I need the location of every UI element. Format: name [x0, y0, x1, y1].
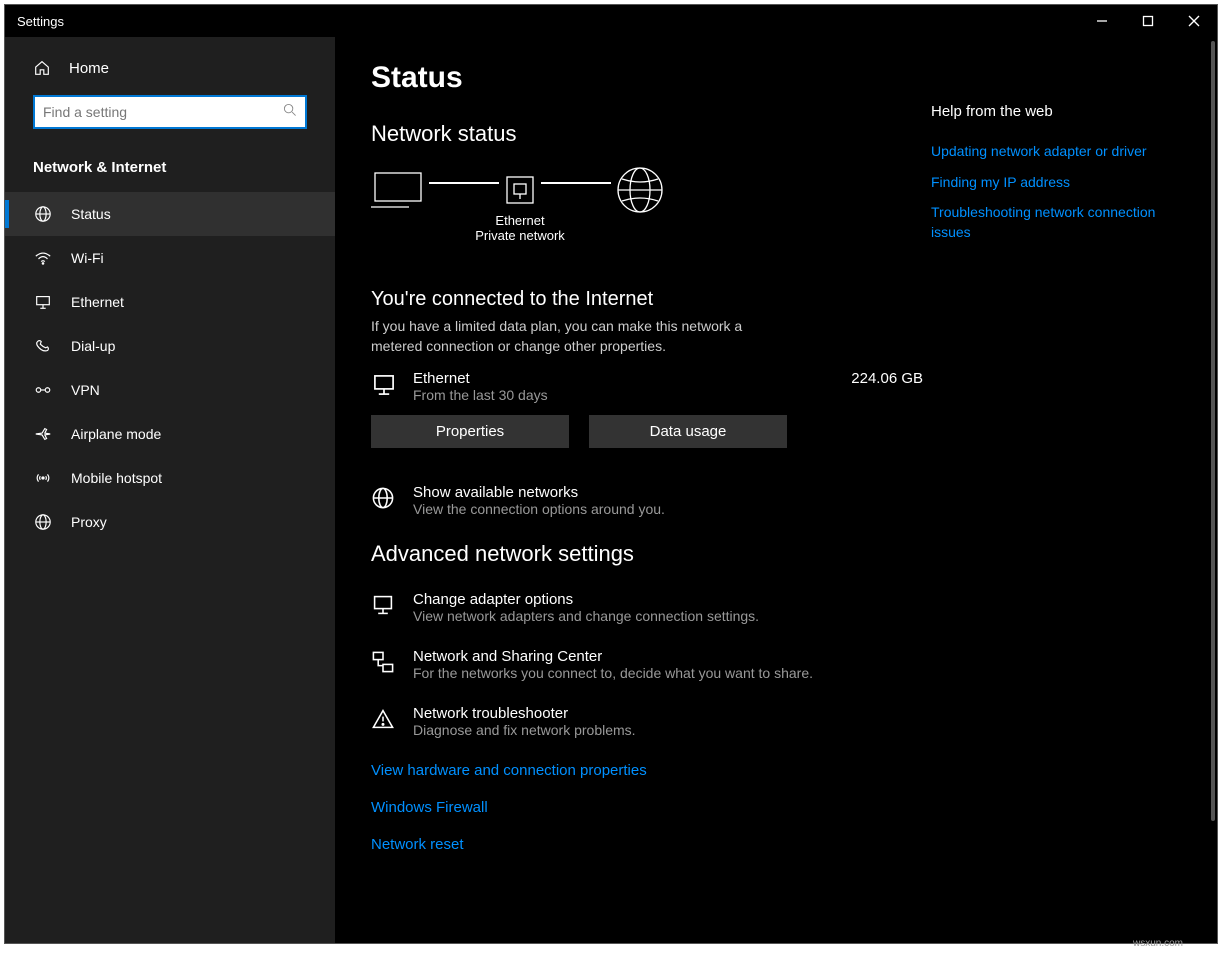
- status-icon: [33, 205, 53, 223]
- search-icon: [283, 103, 297, 122]
- diagram-conn-name: Ethernet: [475, 213, 565, 228]
- sidebar-item-wifi[interactable]: Wi-Fi: [5, 236, 335, 280]
- connected-title: You're connected to the Internet: [371, 288, 931, 311]
- category-header: Network & Internet: [5, 149, 335, 192]
- adapter-icon: [371, 593, 399, 622]
- trouble-sub: Diagnose and fix network problems.: [413, 722, 636, 738]
- section-network-status: Network status: [371, 121, 931, 147]
- network-diagram: Ethernet Private network: [371, 165, 931, 220]
- sidebar-item-vpn[interactable]: VPN: [5, 368, 335, 412]
- sidebar-item-label: Dial-up: [71, 338, 115, 354]
- sidebar-item-label: Status: [71, 206, 111, 222]
- warning-icon: [371, 707, 399, 736]
- link-network-reset[interactable]: Network reset: [371, 836, 931, 853]
- sidebar-item-label: Ethernet: [71, 294, 124, 310]
- network-sharing-center[interactable]: Network and Sharing Center For the netwo…: [371, 648, 931, 681]
- home-label: Home: [69, 60, 109, 77]
- page-title: Status: [371, 61, 931, 95]
- properties-button[interactable]: Properties: [371, 415, 569, 448]
- network-troubleshooter[interactable]: Network troubleshooter Diagnose and fix …: [371, 705, 931, 738]
- show-available-networks[interactable]: Show available networks View the connect…: [371, 484, 931, 517]
- sidebar-item-label: Proxy: [71, 514, 107, 530]
- adapter-title: Change adapter options: [413, 591, 759, 608]
- sidebar-item-dialup[interactable]: Dial-up: [5, 324, 335, 368]
- sharing-icon: [371, 650, 399, 679]
- sidebar-item-hotspot[interactable]: Mobile hotspot: [5, 456, 335, 500]
- home-button[interactable]: Home: [5, 49, 335, 87]
- connection-row[interactable]: Ethernet From the last 30 days 224.06 GB: [371, 370, 931, 403]
- help-link-ip[interactable]: Finding my IP address: [931, 173, 1171, 193]
- wifi-icon: [33, 249, 53, 267]
- hotspot-icon: [33, 469, 53, 487]
- diagram-globe-icon: [615, 165, 665, 220]
- search-input[interactable]: [43, 104, 283, 120]
- help-link-troubleshoot[interactable]: Troubleshooting network connection issue…: [931, 203, 1171, 242]
- proxy-icon: [33, 513, 53, 531]
- watermark: wsxun.com: [1133, 938, 1183, 949]
- dialup-icon: [33, 337, 53, 355]
- content-area: Status Network status Ethernet Private n…: [335, 37, 1217, 943]
- sidebar-item-proxy[interactable]: Proxy: [5, 500, 335, 544]
- link-hardware-properties[interactable]: View hardware and connection properties: [371, 762, 931, 779]
- maximize-button[interactable]: [1125, 5, 1171, 37]
- window-title: Settings: [17, 14, 64, 29]
- diagram-pc-icon: [371, 169, 425, 216]
- adapter-sub: View network adapters and change connect…: [413, 608, 759, 624]
- sidebar-item-label: Airplane mode: [71, 426, 161, 442]
- connected-desc: If you have a limited data plan, you can…: [371, 317, 751, 356]
- trouble-title: Network troubleshooter: [413, 705, 636, 722]
- sidebar-item-status[interactable]: Status: [5, 192, 335, 236]
- scrollbar[interactable]: [1211, 41, 1215, 821]
- ethernet-usage-icon: [371, 372, 399, 403]
- conn-usage: 224.06 GB: [851, 370, 923, 387]
- minimize-button[interactable]: [1079, 5, 1125, 37]
- sharing-sub: For the networks you connect to, decide …: [413, 665, 813, 681]
- sidebar-item-label: Wi-Fi: [71, 250, 104, 266]
- sharing-title: Network and Sharing Center: [413, 648, 813, 665]
- link-windows-firewall[interactable]: Windows Firewall: [371, 799, 931, 816]
- home-icon: [33, 59, 53, 77]
- section-advanced: Advanced network settings: [371, 541, 931, 567]
- sidebar-item-airplane[interactable]: Airplane mode: [5, 412, 335, 456]
- show-net-title: Show available networks: [413, 484, 665, 501]
- conn-name: Ethernet: [413, 370, 851, 387]
- sidebar-item-ethernet[interactable]: Ethernet: [5, 280, 335, 324]
- help-panel: Help from the web Updating network adapt…: [931, 61, 1181, 919]
- airplane-icon: [33, 425, 53, 443]
- change-adapter-options[interactable]: Change adapter options View network adap…: [371, 591, 931, 624]
- search-input-container[interactable]: [33, 95, 307, 129]
- show-net-sub: View the connection options around you.: [413, 501, 665, 517]
- help-link-adapter[interactable]: Updating network adapter or driver: [931, 142, 1171, 162]
- globe-icon: [371, 486, 399, 515]
- sidebar-item-label: VPN: [71, 382, 100, 398]
- diagram-ethernet-icon: [503, 173, 537, 207]
- vpn-icon: [33, 381, 53, 399]
- sidebar: Home Network & Internet Status Wi-Fi Eth…: [5, 37, 335, 943]
- help-title: Help from the web: [931, 103, 1171, 120]
- ethernet-icon: [33, 293, 53, 311]
- close-button[interactable]: [1171, 5, 1217, 37]
- data-usage-button[interactable]: Data usage: [589, 415, 787, 448]
- sidebar-item-label: Mobile hotspot: [71, 470, 162, 486]
- conn-sub: From the last 30 days: [413, 387, 851, 403]
- titlebar: Settings: [5, 5, 1217, 37]
- diagram-conn-type: Private network: [475, 228, 565, 243]
